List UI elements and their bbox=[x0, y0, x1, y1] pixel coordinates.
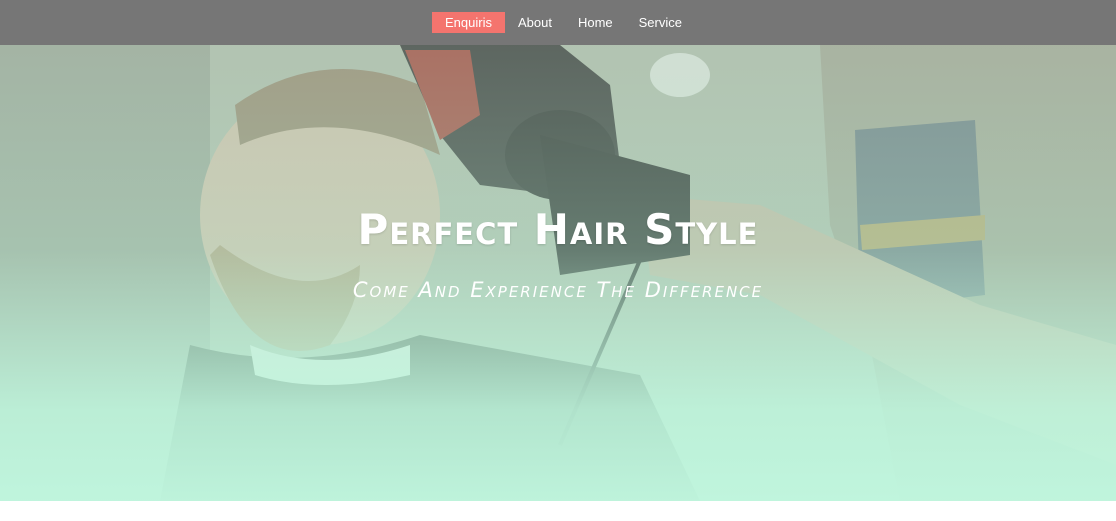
nav-item-service[interactable]: Service bbox=[626, 12, 695, 33]
nav-menu: Enquiris About Home Service bbox=[432, 12, 695, 33]
hero-title: Perfect Hair Style bbox=[357, 205, 759, 255]
nav-item-about[interactable]: About bbox=[505, 12, 565, 33]
hero-banner: Perfect Hair Style Come And Experience T… bbox=[0, 45, 1116, 501]
nav-item-home[interactable]: Home bbox=[565, 12, 626, 33]
page: Enquiris About Home Service Perfect Hair… bbox=[0, 0, 1116, 521]
nav-item-enquiris[interactable]: Enquiris bbox=[432, 12, 505, 33]
top-navbar: Enquiris About Home Service bbox=[0, 0, 1116, 45]
hero-subtitle: Come And Experience The Difference bbox=[352, 278, 764, 302]
hero-overlay bbox=[0, 45, 1116, 501]
page-below-hero bbox=[0, 501, 1116, 521]
